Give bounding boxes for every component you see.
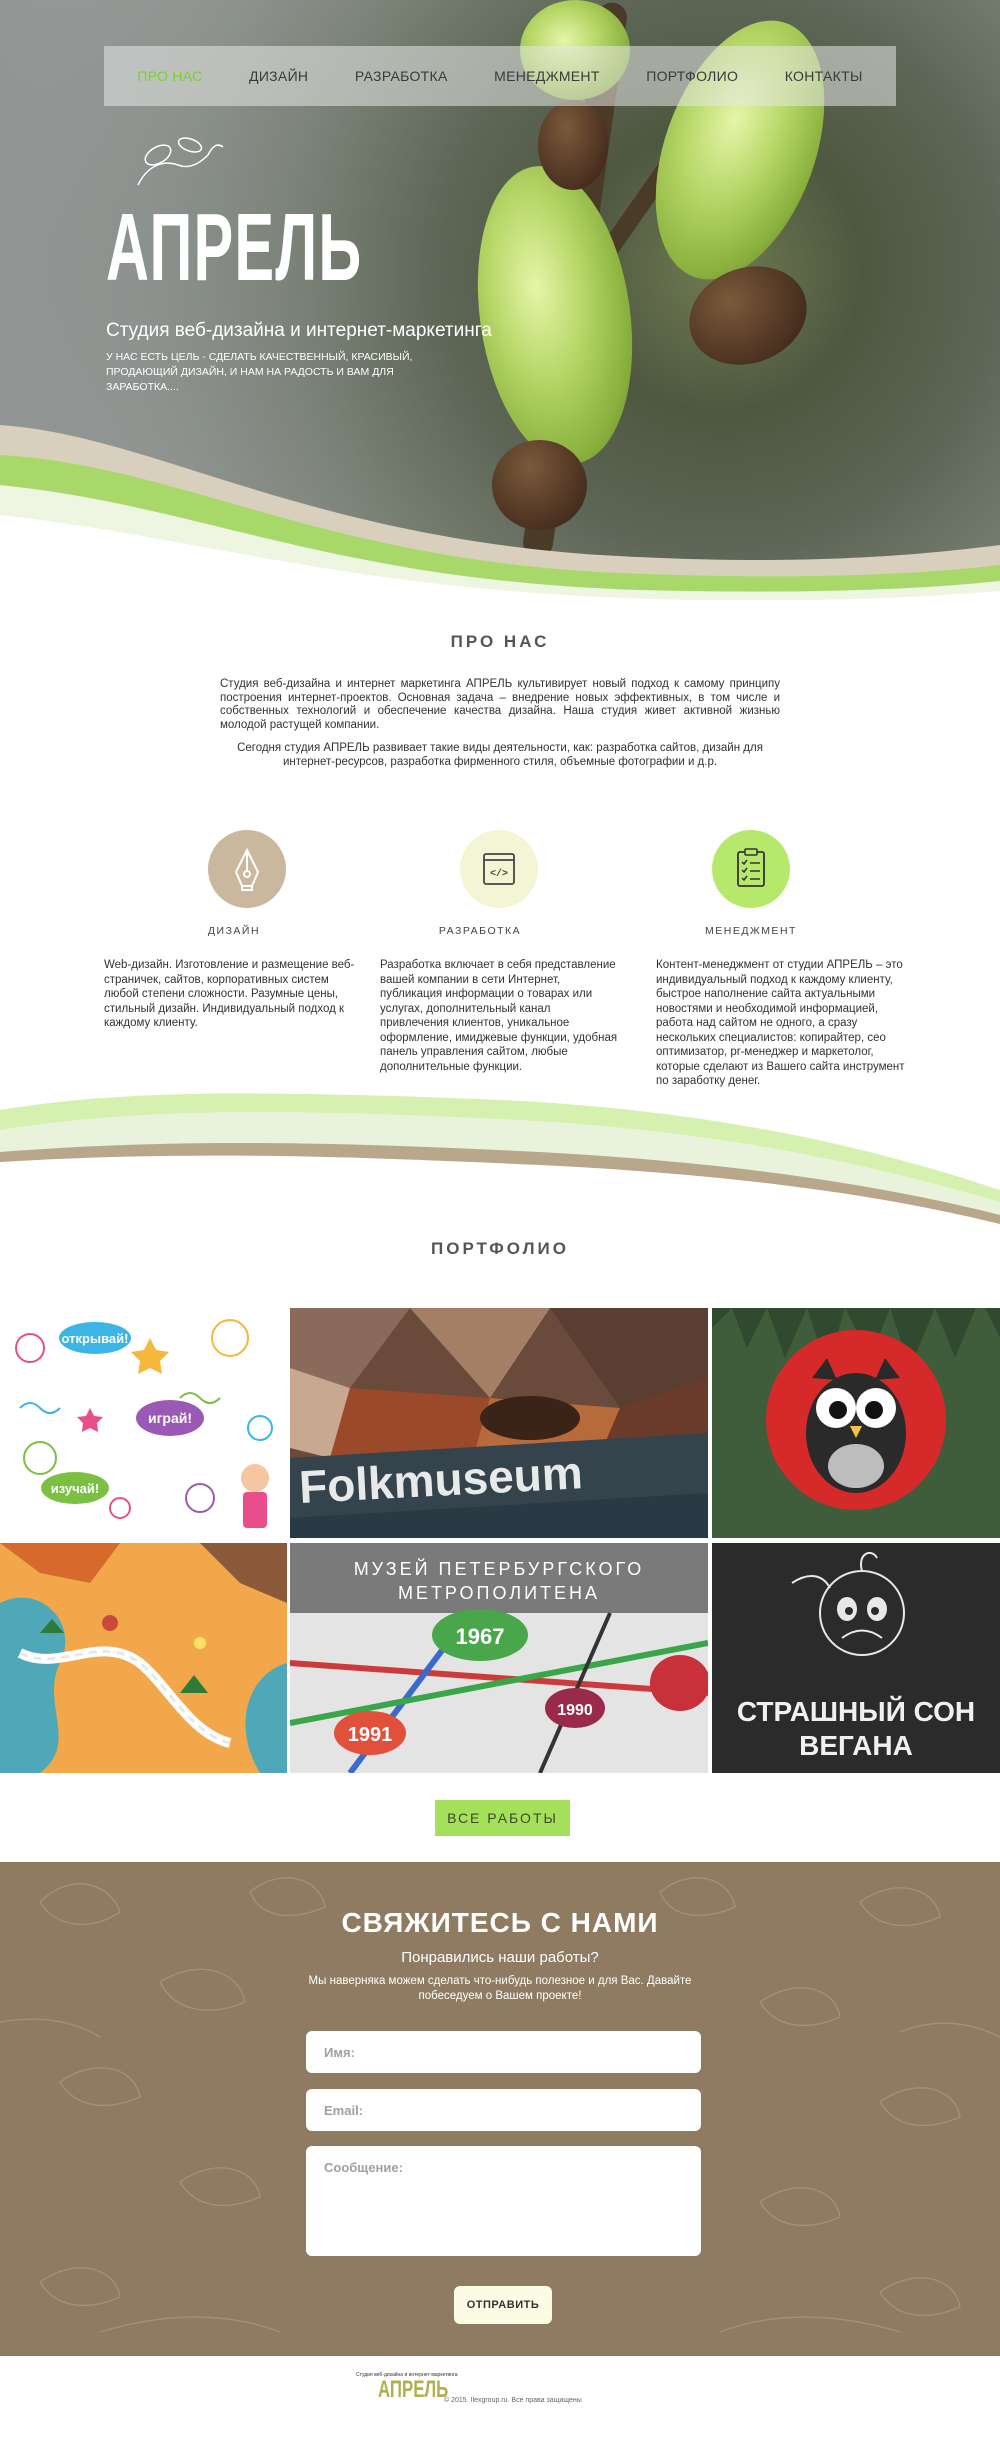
service-description: Web-дизайн. Изготовление и размещение ве… bbox=[104, 959, 355, 1029]
metro-badge-1991: 1991 bbox=[348, 1724, 393, 1746]
nav-item-management[interactable]: МЕНЕДЖМЕНТ bbox=[494, 68, 600, 84]
code-window-icon: </> bbox=[460, 830, 538, 908]
map-illustration bbox=[0, 1543, 287, 1773]
hero-wave bbox=[0, 425, 1000, 600]
kids-illustration: открывай! играй! изучай! bbox=[15, 1319, 273, 1528]
name-field[interactable] bbox=[306, 2031, 701, 2073]
main-nav: ПРО НАС ДИЗАЙН РАЗРАБОТКА МЕНЕДЖМЕНТ ПОР… bbox=[104, 46, 896, 106]
hero-banner: ПРО НАС ДИЗАЙН РАЗРАБОТКА МЕНЕДЖМЕНТ ПОР… bbox=[0, 0, 1000, 600]
service-management: МЕНЕДЖМЕНТ Контент-менеджмент от студии … bbox=[656, 830, 916, 1090]
hero-title: АПРЕЛЬ bbox=[106, 194, 363, 301]
metro-badge-1990: 1990 bbox=[557, 1702, 593, 1719]
portfolio-tile-metro[interactable]: МУЗЕЙ ПЕТЕРБУРГСКОГО МЕТРОПОЛИТЕНА 1967 … bbox=[290, 1543, 708, 1773]
metro-title-line1: МУЗЕЙ ПЕТЕРБУРГСКОГО bbox=[354, 1558, 645, 1579]
section-wave bbox=[0, 1093, 1000, 1230]
nav-item-design[interactable]: ДИЗАЙН bbox=[249, 68, 308, 84]
send-button[interactable]: ОТПРАВИТЬ bbox=[454, 2286, 552, 2324]
contact-title: СВЯЖИТЕСЬ С НАМИ bbox=[341, 1907, 659, 1938]
owl-logo bbox=[712, 1308, 1000, 1538]
metro-badge-1967: 1967 bbox=[456, 1624, 505, 1649]
vegan-nightmare-poster: СТРАШНЫЙ СОН ВЕГАНА bbox=[712, 1543, 1000, 1773]
hero-subtitle: Студия веб-дизайна и интернет-маркетинга bbox=[106, 320, 492, 341]
footer-copyright: © 2015. Ilexgroup.ru. Все права защищены bbox=[444, 2397, 582, 2404]
kids-bubble-play: играй! bbox=[148, 1410, 192, 1426]
portfolio-tile-folkmuseum[interactable]: Folkmuseum bbox=[290, 1308, 708, 1538]
nav-item-portfolio[interactable]: ПОРТФОЛИО bbox=[646, 68, 738, 84]
kids-bubble-open: открывай! bbox=[62, 1331, 129, 1346]
portfolio-tile-vegan[interactable]: СТРАШНЫЙ СОН ВЕГАНА bbox=[712, 1543, 1000, 1773]
kids-bubble-learn: изучай! bbox=[51, 1481, 99, 1496]
message-field[interactable] bbox=[306, 2146, 701, 2256]
contact-subtitle: Понравились наши работы? bbox=[401, 1949, 599, 1966]
service-label: РАЗРАБОТКА bbox=[438, 925, 522, 937]
svg-text:</>: </> bbox=[490, 868, 508, 880]
portfolio-title: ПОРТФОЛИО bbox=[431, 1239, 569, 1258]
email-field[interactable] bbox=[306, 2089, 701, 2131]
pen-tool-icon bbox=[208, 830, 286, 908]
footer-logo: АПРЕЛЬ bbox=[378, 2376, 449, 2403]
about-paragraph: Студия веб-дизайна и интернет маркетинга… bbox=[220, 678, 780, 731]
service-label: ДИЗАЙН bbox=[207, 925, 261, 937]
all-works-button[interactable]: ВСЕ РАБОТЫ bbox=[435, 1800, 570, 1836]
folkmuseum-poster: Folkmuseum bbox=[290, 1308, 708, 1538]
about-title: ПРО НАС bbox=[450, 632, 550, 651]
metro-museum-poster: МУЗЕЙ ПЕТЕРБУРГСКОГО МЕТРОПОЛИТЕНА 1967 … bbox=[290, 1543, 708, 1773]
service-design: ДИЗАЙН Web-дизайн. Изготовление и размещ… bbox=[104, 830, 364, 1050]
hero-text: У нас есть цель - сделать качественный, … bbox=[106, 351, 413, 393]
service-label: МЕНЕДЖМЕНТ bbox=[705, 925, 797, 937]
hero-bud bbox=[538, 100, 608, 190]
service-description: Разработка включает в себя представление… bbox=[380, 959, 618, 1073]
portfolio-tile-kids[interactable]: открывай! играй! изучай! bbox=[0, 1308, 287, 1538]
nav-item-development[interactable]: РАЗРАБОТКА bbox=[355, 68, 448, 84]
logo-flower-icon bbox=[137, 137, 224, 186]
nav-item-about[interactable]: ПРО НАС bbox=[137, 68, 202, 84]
nav-item-contacts[interactable]: КОНТАКТЫ bbox=[785, 68, 863, 84]
service-development: </> РАЗРАБОТКА Разработка включает в себ… bbox=[380, 830, 640, 1073]
vegan-title-line1: СТРАШНЫЙ СОН bbox=[737, 1695, 975, 1727]
portfolio-tile-map[interactable] bbox=[0, 1543, 287, 1773]
about-paragraph: Сегодня студия АПРЕЛЬ развивает такие ви… bbox=[237, 742, 763, 768]
portfolio-tile-owl[interactable] bbox=[712, 1308, 1000, 1538]
metro-title-line2: МЕТРОПОЛИТЕНА bbox=[398, 1583, 600, 1603]
service-description: Контент-менеджмент от студии АПРЕЛЬ – эт… bbox=[656, 959, 905, 1087]
checklist-icon bbox=[712, 830, 790, 908]
vegan-title-line2: ВЕГАНА bbox=[799, 1730, 913, 1761]
contact-text: Мы наверняка можем сделать что-нибудь по… bbox=[308, 1975, 692, 2002]
